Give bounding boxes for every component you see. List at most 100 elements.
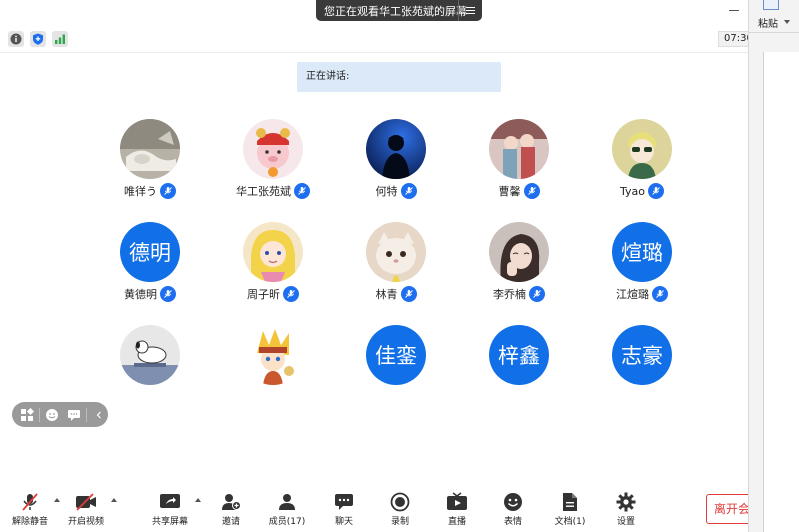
- members-label: 成员(17): [268, 517, 306, 527]
- screen-share-banner[interactable]: 您正在观看华工张苑斌的屏幕: [316, 0, 482, 21]
- background-app-panel: 粘贴: [748, 0, 799, 532]
- leave-meeting-button[interactable]: 离开会议: [706, 494, 754, 524]
- participant-tile[interactable]: 佳銮: [341, 325, 451, 415]
- users-icon: [274, 490, 300, 514]
- video-off-icon: [73, 490, 99, 514]
- docs-button[interactable]: 文档(1): [542, 488, 598, 532]
- participant-tile[interactable]: 唯徉う: [95, 119, 205, 209]
- share-screen-button[interactable]: 共享屏幕: [142, 488, 198, 532]
- mic-icon: [283, 286, 299, 302]
- emoji-icon[interactable]: [43, 405, 61, 425]
- participant-name: 林青: [375, 288, 398, 301]
- participant-tile[interactable]: [218, 325, 328, 415]
- banner-menu-icon[interactable]: [458, 0, 482, 21]
- mic-icon: [648, 183, 664, 199]
- banner-text: 您正在观看华工张苑斌的屏幕: [324, 4, 467, 18]
- record-button[interactable]: 录制: [372, 488, 428, 532]
- mic-icon: [400, 183, 417, 199]
- settings-button[interactable]: 设置: [598, 488, 654, 532]
- participant-tile[interactable]: 煊璐 江煊璐: [587, 222, 697, 312]
- participant-tile[interactable]: 志豪: [587, 325, 697, 415]
- share-screen-icon: [157, 490, 183, 514]
- participant-tile[interactable]: 李乔楠: [464, 222, 574, 312]
- share-screen-label: 共享屏幕: [151, 517, 188, 527]
- layout-grid-icon[interactable]: [18, 405, 36, 425]
- gear-icon: [613, 490, 639, 514]
- avatar: [243, 119, 303, 179]
- share-options-chevron-icon[interactable]: [195, 498, 201, 502]
- chat-icon: [331, 490, 357, 514]
- mic-icon: [294, 183, 310, 199]
- participant-name: 唯徉う: [124, 185, 157, 198]
- participant-tile[interactable]: 何特: [341, 119, 451, 209]
- avatar: [366, 119, 426, 179]
- mic-icon: [529, 286, 545, 302]
- floating-divider: [85, 407, 87, 422]
- avatar: 志豪: [612, 325, 672, 385]
- collapse-chevron-icon[interactable]: [90, 405, 108, 425]
- invite-button[interactable]: 邀请: [203, 488, 259, 532]
- avatar: 煊璐: [612, 222, 672, 282]
- invite-label: 邀请: [221, 517, 240, 527]
- participant-tile[interactable]: 林青: [341, 222, 451, 312]
- avatar: [243, 222, 303, 282]
- document-icon: [557, 490, 583, 514]
- mic-icon: [523, 183, 540, 199]
- unmute-button[interactable]: 解除静音: [2, 488, 58, 532]
- avatar: [120, 325, 180, 385]
- avatar: [120, 119, 180, 179]
- participant-tile[interactable]: [95, 325, 205, 415]
- meeting-clock: 07:30: [718, 31, 749, 47]
- clipboard-icon[interactable]: [763, 0, 779, 10]
- participant-name: 曹馨: [498, 185, 521, 198]
- start-video-button[interactable]: 开启视频: [58, 488, 114, 532]
- smile-icon: [500, 490, 526, 514]
- participant-name: 何特: [375, 185, 398, 198]
- floating-divider: [39, 407, 41, 422]
- speaking-indicator: 正在讲话:: [297, 62, 501, 92]
- header-divider: [0, 52, 748, 53]
- participant-tile[interactable]: 曹馨: [464, 119, 574, 209]
- reactions-label: 表情: [503, 517, 522, 527]
- chat-button[interactable]: 聊天: [316, 488, 372, 532]
- reactions-button[interactable]: 表情: [485, 488, 541, 532]
- avatar: [612, 119, 672, 179]
- live-stream-button[interactable]: 直播: [429, 488, 485, 532]
- participant-name: 周子昕: [247, 288, 280, 301]
- participant-tile[interactable]: 周子昕: [218, 222, 328, 312]
- paste-label[interactable]: 粘贴: [758, 15, 778, 30]
- mic-icon: [400, 286, 417, 302]
- avatar: [366, 222, 426, 282]
- shield-icon[interactable]: [30, 31, 46, 47]
- live-stream-label: 直播: [447, 517, 466, 527]
- video-options-chevron-icon[interactable]: [111, 498, 117, 502]
- avatar: [489, 119, 549, 179]
- participant-tile[interactable]: Tyao: [587, 119, 697, 209]
- signal-icon[interactable]: [52, 31, 68, 47]
- mic-icon: [652, 286, 668, 302]
- meeting-toolbar: 解除静音 开启视频 共享屏幕 邀请 成员(17) 聊天 录制 直播 表情 文档(…: [0, 488, 748, 532]
- participant-name: 李乔楠: [493, 288, 526, 301]
- document-canvas[interactable]: [763, 52, 799, 532]
- participant-name: 华工张苑斌: [236, 185, 291, 198]
- participant-tile[interactable]: 梓鑫: [464, 325, 574, 415]
- participant-name: 江煊璐: [616, 288, 649, 301]
- chat-bubble-icon[interactable]: [65, 405, 83, 425]
- mic-icon: [160, 183, 176, 199]
- chat-label: 聊天: [334, 517, 353, 527]
- floating-toolbar: [12, 402, 108, 427]
- live-tv-icon: [444, 490, 470, 514]
- avatar: [489, 222, 549, 282]
- paste-options-chevron-icon[interactable]: [784, 20, 790, 24]
- mic-muted-icon: [17, 490, 43, 514]
- minimize-icon[interactable]: [729, 10, 739, 11]
- mic-icon: [160, 286, 176, 302]
- unmute-label: 解除静音: [11, 517, 48, 527]
- record-icon: [387, 490, 413, 514]
- status-icons: [8, 31, 68, 47]
- participant-tile[interactable]: 华工张苑斌: [218, 119, 328, 209]
- participant-tile[interactable]: 德明 黄德明: [95, 222, 205, 312]
- members-button[interactable]: 成员(17): [259, 488, 315, 532]
- participant-name: Tyao: [620, 184, 645, 198]
- info-icon[interactable]: [8, 31, 24, 47]
